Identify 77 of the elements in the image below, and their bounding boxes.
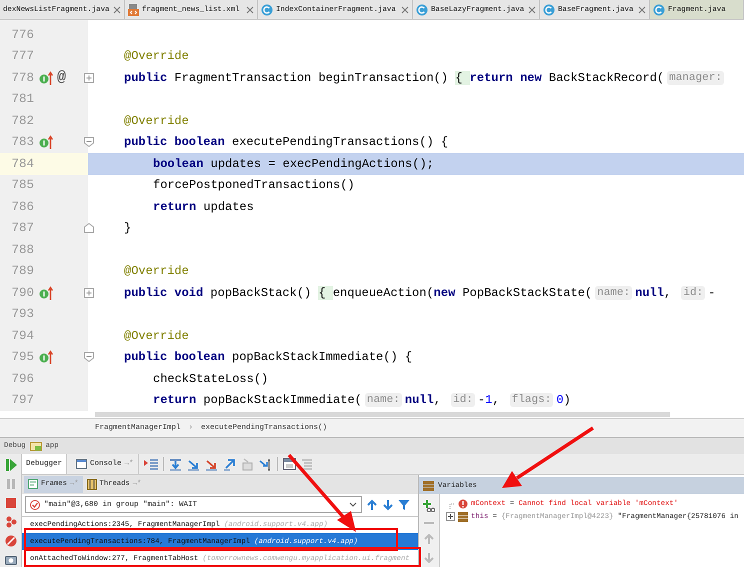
force-step-into-icon[interactable]	[204, 458, 218, 470]
caret-icon	[349, 502, 357, 508]
field-icon	[458, 512, 468, 522]
collapse-fold-icon[interactable]	[84, 137, 94, 148]
class-file-icon	[543, 4, 555, 16]
expand-node-icon[interactable]	[446, 512, 455, 521]
frames-icon	[28, 479, 38, 490]
line-number: 781	[10, 92, 34, 106]
thread-status-icon	[30, 500, 40, 510]
line-number: 789	[10, 264, 34, 278]
code-line: return updates	[152, 200, 254, 214]
code-line: @Override	[123, 264, 189, 278]
close-icon[interactable]	[401, 6, 409, 14]
horizontal-scrollbar[interactable]	[95, 412, 670, 417]
camera-icon[interactable]	[4, 554, 16, 565]
threads-icon	[86, 478, 97, 490]
run-to-cursor-icon[interactable]	[258, 458, 272, 470]
annotation-marker: @	[57, 70, 66, 86]
breakpoints-icon[interactable]	[4, 516, 16, 528]
code-line: @Override	[123, 114, 189, 128]
line-number: 794	[10, 328, 34, 343]
code-line: checkStateLoss()	[152, 372, 268, 386]
class-file-icon	[653, 4, 665, 16]
line-number: 795	[10, 350, 34, 364]
line-number: 797	[10, 393, 34, 408]
line-number: 785	[10, 178, 34, 192]
step-out-icon[interactable]	[222, 458, 236, 470]
line-number: 790	[10, 286, 34, 300]
fold-end-icon[interactable]	[84, 223, 94, 234]
line-number: 782	[10, 114, 34, 128]
line-number: 788	[10, 242, 34, 257]
expand-fold-icon[interactable]	[84, 288, 94, 298]
code-line: public boolean executePendingTransactions() {	[123, 135, 448, 150]
close-icon[interactable]	[528, 6, 536, 14]
list-icon[interactable]	[300, 458, 313, 470]
code-line: }	[123, 221, 132, 236]
line-number: 777	[10, 49, 34, 64]
step-over-icon[interactable]	[168, 458, 182, 470]
app-config-icon	[30, 441, 42, 451]
code-line: return popBackStackImmediate( name: null, id: -1, flags: 0)	[152, 393, 571, 408]
xml-file-icon	[128, 4, 139, 16]
expand-fold-icon[interactable]	[84, 72, 94, 83]
line-number: 796	[10, 372, 34, 386]
line-number: 778	[10, 70, 34, 85]
line-number: 786	[10, 200, 34, 214]
line-number: 787	[10, 221, 34, 236]
variables-icon	[423, 480, 434, 490]
mute-breakpoints-icon[interactable]	[4, 535, 16, 547]
line-number: 776	[10, 28, 34, 42]
line-number: 784	[10, 156, 34, 171]
close-icon[interactable]	[638, 6, 646, 14]
code-line: boolean updates = execPendingActions();	[152, 156, 434, 171]
class-file-icon	[261, 4, 273, 16]
error-icon	[458, 498, 468, 508]
resume-icon[interactable]	[4, 459, 16, 471]
up-arrow-icon[interactable]	[366, 498, 378, 511]
class-file-icon	[416, 4, 428, 16]
code-line: public FragmentTransaction beginTransaction() { return new BackStackRecord( manager:	[123, 70, 725, 85]
evaluate-icon[interactable]	[282, 458, 296, 470]
line-number: 783	[10, 135, 34, 150]
code-line: @Override	[123, 49, 189, 64]
line-number: 793	[10, 307, 34, 322]
code-line: @Override	[123, 328, 189, 343]
new-watch-icon[interactable]	[423, 500, 435, 512]
code-line: public boolean popBackStackImmediate() {	[123, 350, 412, 364]
down-arrow-icon[interactable]	[382, 498, 394, 511]
console-icon	[76, 459, 88, 469]
filter-icon[interactable]	[398, 498, 410, 511]
show-execution-point-icon[interactable]	[144, 458, 158, 470]
drop-frame-icon[interactable]	[240, 458, 254, 470]
collapse-fold-icon[interactable]	[84, 352, 94, 362]
step-into-icon[interactable]	[186, 458, 200, 470]
stop-icon[interactable]	[4, 497, 16, 509]
code-line: public void popBackStack() { enqueueAction(new PopBackStackState( name: null, id: -	[123, 286, 716, 300]
code-line: forcePostponedTransactions()	[152, 178, 355, 192]
close-icon[interactable]	[246, 6, 254, 14]
close-icon[interactable]	[113, 6, 121, 14]
